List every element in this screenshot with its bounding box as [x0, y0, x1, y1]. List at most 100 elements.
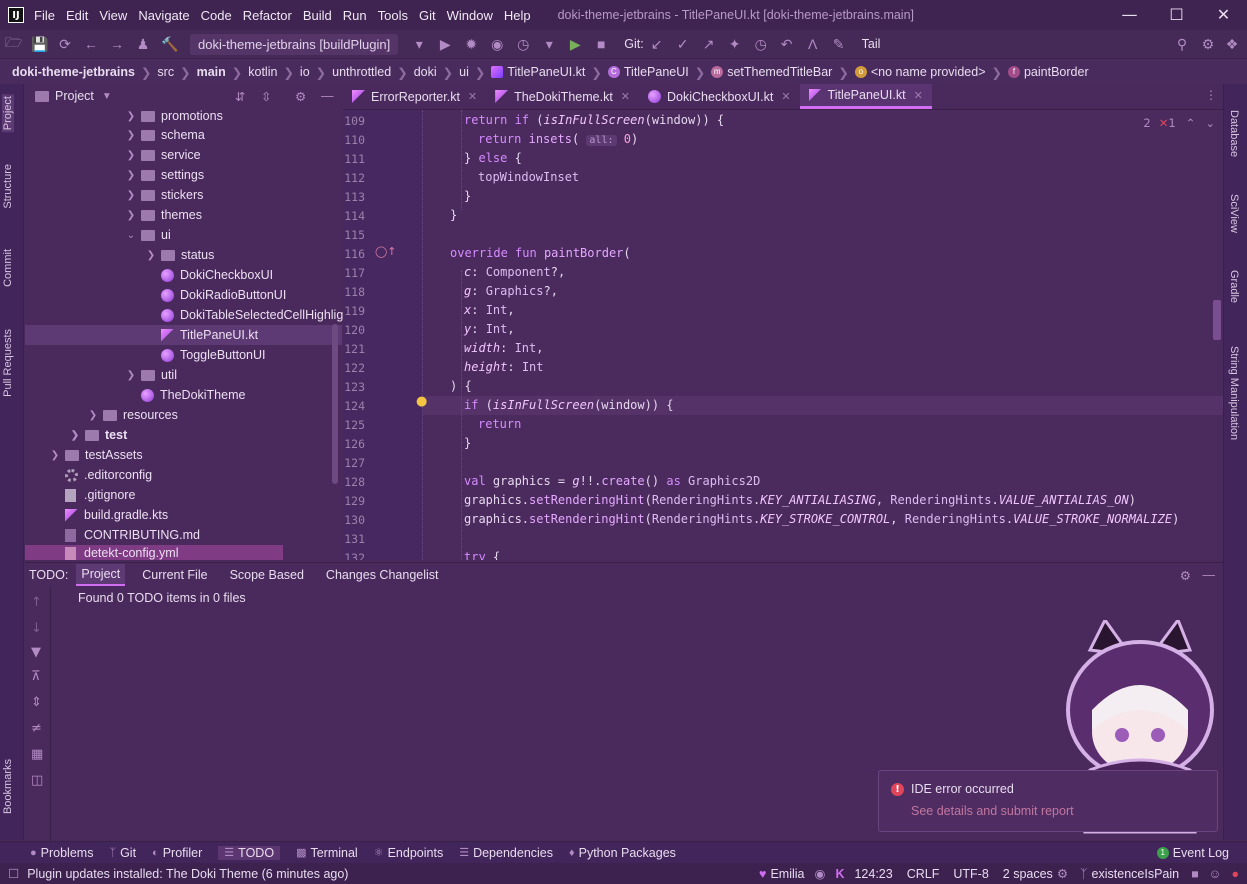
crumb-unthrottled[interactable]: unthrottled	[332, 65, 391, 79]
close-tab-icon[interactable]: ✕	[468, 90, 477, 103]
tool-tab-profiler[interactable]: ◐ Profiler	[152, 846, 202, 860]
tree-item-service[interactable]: ❯ service	[125, 145, 201, 165]
tail-label[interactable]: Tail	[862, 37, 881, 51]
editor-scrollbar[interactable]	[1213, 300, 1221, 340]
tool-tab-event-log[interactable]: 1 Event Log	[1156, 846, 1229, 860]
tree-item-test[interactable]: ❯ test	[69, 425, 127, 445]
crumb-class[interactable]: TitlePaneUI	[624, 65, 689, 79]
intellij-logo-icon[interactable]: IJ	[8, 7, 24, 23]
error-notification[interactable]: ! IDE error occurred See details and sub…	[878, 770, 1218, 832]
menu-tools[interactable]: Tools	[378, 8, 408, 23]
tool-tab-terminal[interactable]: ▩ Terminal	[296, 846, 358, 860]
expand-all-icon[interactable]: ⇕	[31, 695, 42, 710]
project-panel-title[interactable]: Project	[55, 89, 94, 103]
crumb-doki[interactable]: doki	[414, 65, 437, 79]
menu-run[interactable]: Run	[343, 8, 367, 23]
expand-all-icon[interactable]: ⇵	[235, 89, 245, 104]
settings-gear-icon[interactable]: ⚙	[1200, 36, 1216, 53]
tree-item-testassets[interactable]: ❯ testAssets	[49, 445, 143, 465]
tool-tab-problems[interactable]: ● Problems	[30, 846, 93, 860]
tool-tab-todo[interactable]: ☰ TODO	[218, 845, 281, 860]
chevron-right-icon[interactable]: ❯	[125, 130, 137, 141]
hide-panel-icon[interactable]: —	[321, 89, 334, 103]
code-editor[interactable]: 109 110 111 112 113 114 115 116 117 118 …	[343, 110, 1223, 560]
crumb-anonymous[interactable]: <no name provided>	[871, 65, 986, 79]
tree-item-promotions[interactable]: ❯ promotions	[125, 106, 223, 126]
chevron-right-icon[interactable]: ❯	[125, 210, 137, 221]
edit-pen-icon[interactable]: ✎	[831, 36, 847, 53]
git-branch-name[interactable]: existenceIsPain	[1092, 867, 1180, 881]
layout-options-icon[interactable]: ▦	[31, 747, 43, 762]
rollback-icon[interactable]: ↶	[779, 36, 795, 53]
tool-tab-gradle[interactable]: Gradle	[1228, 270, 1240, 303]
tree-item-dokiradiobuttonui[interactable]: DokiRadioButtonUI	[161, 285, 286, 305]
chevron-right-icon[interactable]: ❯	[87, 410, 99, 421]
tool-tab-dependencies[interactable]: ☰ Dependencies	[459, 846, 553, 860]
next-highlight-icon[interactable]: ⌄	[1205, 116, 1215, 130]
tree-item-thedokitheme[interactable]: TheDokiTheme	[141, 385, 245, 405]
save-all-icon[interactable]: 💾	[31, 36, 48, 53]
menu-file[interactable]: File	[34, 8, 55, 23]
tree-item-schema[interactable]: ❯ schema	[125, 125, 205, 145]
caret-position[interactable]: 124:23	[854, 867, 892, 881]
tree-item-titlepaneui-kt[interactable]: TitlePaneUI.kt	[161, 325, 258, 345]
close-tab-icon[interactable]: ✕	[621, 90, 630, 103]
collapse-all-icon[interactable]: ≠	[31, 721, 42, 736]
todo-settings-gear-icon[interactable]: ⚙	[1180, 568, 1191, 583]
tree-item-contributing-md[interactable]: CONTRIBUTING.md	[65, 525, 200, 545]
next-todo-arrow-icon[interactable]: ↓	[31, 621, 42, 636]
line-separator[interactable]: CRLF	[907, 867, 940, 881]
menu-navigate[interactable]: Navigate	[138, 8, 189, 23]
menu-code[interactable]: Code	[201, 8, 232, 23]
status-message[interactable]: Plugin updates installed: The Doki Theme…	[27, 867, 348, 881]
previous-todo-arrow-icon[interactable]: ↑	[31, 595, 42, 610]
menu-help[interactable]: Help	[504, 8, 531, 23]
tree-item-status[interactable]: ❯ status	[145, 245, 215, 265]
intention-bulb-icon[interactable]: ●	[416, 394, 427, 409]
chevron-down-icon[interactable]: ⌄	[125, 230, 137, 241]
chevron-right-icon[interactable]: ❯	[49, 450, 61, 461]
lock-icon[interactable]: ■	[1191, 867, 1199, 881]
chevron-right-icon[interactable]: ❯	[125, 111, 137, 122]
resume-icon[interactable]: ▶	[567, 36, 583, 53]
filter-icon[interactable]: ▼	[31, 645, 41, 660]
user-icon[interactable]: ♟	[135, 36, 151, 53]
preview-pane-icon[interactable]: ◫	[31, 773, 43, 788]
debug-bug-icon[interactable]: ✹	[463, 36, 479, 53]
collapse-all-icon[interactable]: ⇳	[261, 89, 271, 104]
tool-tab-project[interactable]: Project	[2, 94, 14, 133]
crumb-function[interactable]: paintBorder	[1024, 65, 1089, 79]
git-commit-check-icon[interactable]: ✓	[675, 36, 691, 53]
menu-refactor[interactable]: Refactor	[243, 8, 292, 23]
crumb-io[interactable]: io	[300, 65, 310, 79]
menu-view[interactable]: View	[99, 8, 127, 23]
see-details-link[interactable]: See details and submit report	[911, 804, 1074, 818]
tree-item-stickers[interactable]: ❯ stickers	[125, 185, 204, 205]
project-scrollbar[interactable]	[332, 324, 338, 484]
stop-icon[interactable]: ■	[593, 36, 609, 52]
tab-titlepaneui[interactable]: TitlePaneUI.kt ✕	[799, 84, 932, 109]
chevron-right-icon[interactable]: ❯	[69, 430, 81, 441]
todo-tab-scope-based[interactable]: Scope Based	[225, 565, 309, 585]
tree-item-togglebuttonui[interactable]: ToggleButtonUI	[161, 345, 265, 365]
minimize-icon[interactable]: —	[1106, 0, 1153, 30]
inspector-face-icon[interactable]: ☺	[1209, 867, 1222, 881]
tree-item-dokicheckboxui[interactable]: DokiCheckboxUI	[161, 265, 273, 285]
crumb-main[interactable]: main	[197, 65, 226, 79]
tool-tab-git[interactable]: ᛉ Git	[109, 846, 136, 860]
tool-tab-commit[interactable]: Commit	[2, 249, 14, 287]
sync-icon[interactable]: ⟳	[57, 36, 73, 53]
forward-arrow-icon[interactable]: →	[109, 36, 125, 52]
history-clock-icon[interactable]: ◷	[753, 36, 769, 53]
close-tab-icon[interactable]: ✕	[781, 90, 790, 103]
tool-tab-string-manipulation[interactable]: String Manipulation	[1228, 346, 1240, 440]
file-encoding[interactable]: UTF-8	[953, 867, 988, 881]
tool-tab-endpoints[interactable]: ⚛ Endpoints	[374, 846, 443, 860]
tree-item-util[interactable]: ❯ util	[125, 365, 177, 385]
theme-sticker-icon[interactable]: ◉	[815, 866, 826, 881]
maximize-icon[interactable]: ☐	[1153, 0, 1200, 30]
tab-thedokitheme[interactable]: TheDokiTheme.kt ✕	[486, 84, 639, 109]
project-view-dropdown-icon[interactable]: ▼	[102, 91, 112, 102]
tool-tab-sciview[interactable]: SciView	[1228, 194, 1240, 233]
open-folder-icon[interactable]: 🗁	[5, 32, 22, 56]
